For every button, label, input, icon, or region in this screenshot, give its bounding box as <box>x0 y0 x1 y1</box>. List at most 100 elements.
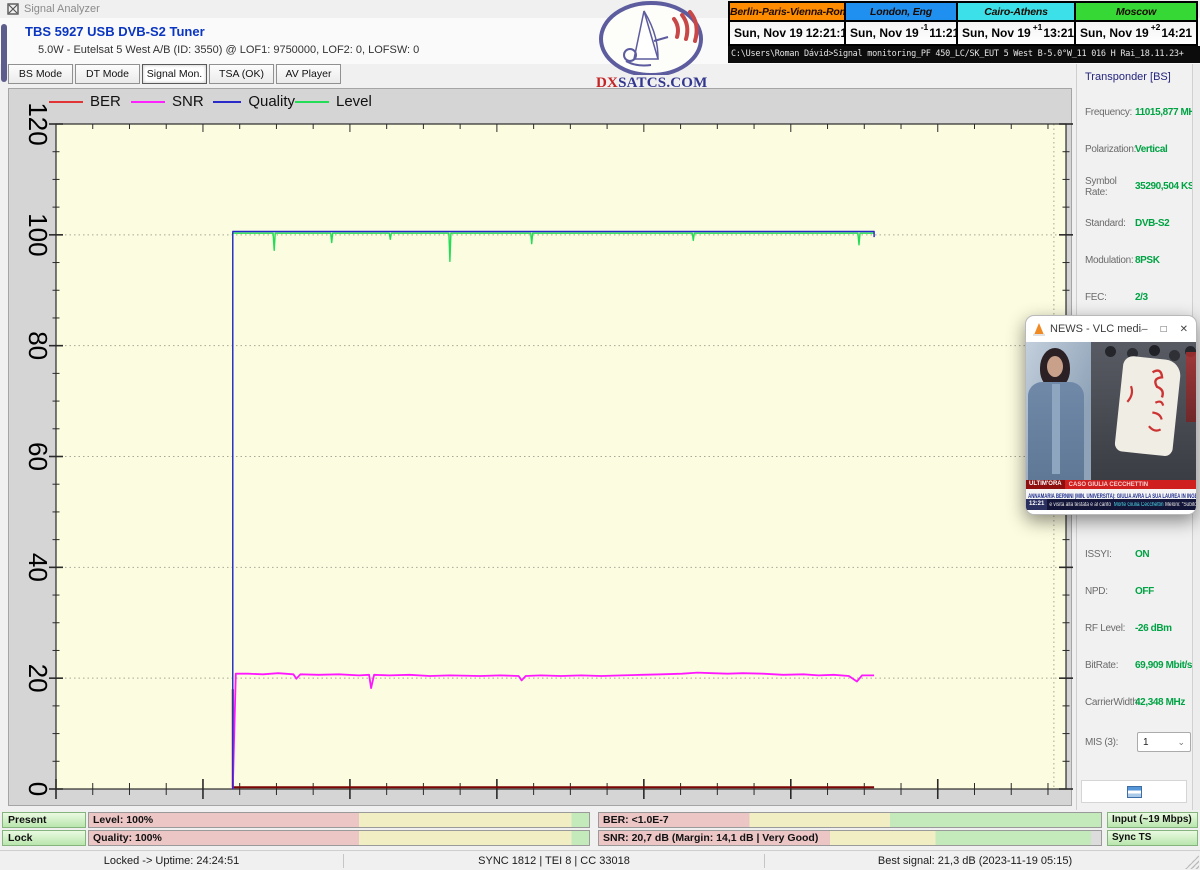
anchor-face <box>1047 356 1063 377</box>
close-icon[interactable]: ✕ <box>1180 324 1188 335</box>
clock-date: Sun, Nov 19 <box>1080 26 1149 40</box>
vlc-titlebar[interactable]: NEWS - VLC media... – □ ✕ <box>1026 316 1196 342</box>
status-sync: SYNC 1812 | TEI 8 | CC 33018 <box>344 851 764 870</box>
vlc-video-area[interactable] <box>1026 342 1196 480</box>
clock-time: 13:21 <box>1043 26 1074 40</box>
device-title: TBS 5927 USB DVB-S2 Tuner <box>25 24 205 39</box>
svg-text:0: 0 <box>23 782 53 796</box>
legend-item-level: Level <box>295 93 377 110</box>
field-npd: NPD:OFF <box>1077 573 1193 610</box>
tab-signal-mon[interactable]: Signal Mon. <box>142 64 207 84</box>
minimize-icon[interactable]: – <box>1142 324 1148 335</box>
clock-date: Sun, Nov 19 <box>734 26 803 40</box>
field-bitrate: BitRate:69,909 Mbit/s <box>1077 647 1193 684</box>
clock-city: Cairo-Athens <box>958 3 1074 22</box>
dxsatcs-logo: DXSATCS.COM <box>596 1 706 97</box>
scrollbar-thumb[interactable] <box>1 24 7 82</box>
resize-grip[interactable] <box>1185 855 1199 869</box>
headline-band: ANNAMARIA BERNINI (MIN. UNIVERSITÀ): GIU… <box>1026 489 1196 499</box>
transponder-fields: Frequency:11015,877 MHz Polarization:Ver… <box>1077 94 1193 316</box>
clock-date: Sun, Nov 19 <box>850 26 919 40</box>
status-uptime: Locked -> Uptime: 24:24:51 <box>0 851 343 870</box>
status-best-signal: Best signal: 21,3 dB (2023-11-19 05:15) <box>765 851 1185 870</box>
clock-city: London, Eng <box>846 3 956 22</box>
ultimora-tag: ULTIM'ORA <box>1026 480 1065 489</box>
clock-berlin: Berlin-Paris-Vienna-Roma Sun, Nov 1912:2… <box>728 1 846 46</box>
svg-text:100: 100 <box>23 213 53 256</box>
white-shirt <box>1114 355 1182 457</box>
field-modulation: Modulation:8PSK <box>1077 242 1193 279</box>
mode-tabbar: BS Mode DT Mode Signal Mon. TSA (OK) AV … <box>8 64 341 85</box>
dxsatcs-wordmark: DXSATCS.COM <box>596 75 706 92</box>
tab-dt-mode[interactable]: DT Mode <box>75 64 140 84</box>
signal-monitor-chart-panel: 120100806040200 BER SNR Quality Level <box>8 88 1072 806</box>
svg-text:20: 20 <box>23 664 53 693</box>
field-rf-level: RF Level:-26 dBm <box>1077 610 1193 647</box>
svg-text:60: 60 <box>23 442 53 471</box>
anchor-denim-jacket <box>1028 382 1084 480</box>
news-anchor-scene <box>1026 342 1091 480</box>
svg-text:40: 40 <box>23 553 53 582</box>
crowd-heads <box>1105 346 1116 357</box>
headline-text: ANNAMARIA BERNINI (MIN. UNIVERSITÀ): GIU… <box>1026 492 1196 499</box>
legend-item-quality: Quality <box>213 93 295 110</box>
field-frequency: Frequency:11015,877 MHz <box>1077 94 1193 131</box>
svg-text:80: 80 <box>23 331 53 360</box>
clock-city: Berlin-Paris-Vienna-Roma <box>730 3 844 22</box>
field-symbol-rate: Symbol Rate:35290,504 KS/s <box>1077 168 1193 205</box>
lock-flag: Lock <box>2 830 86 846</box>
window-title: Signal Analyzer <box>24 3 100 15</box>
tab-tsa[interactable]: TSA (OK) <box>209 64 274 84</box>
snr-progressbar: SNR: 20,7 dB (Margin: 14,1 dB | Very Goo… <box>598 830 1102 846</box>
vlc-window[interactable]: NEWS - VLC media... – □ ✕ <box>1025 315 1197 515</box>
signal-analyzer-window: Signal Analyzer TBS 5927 USB DVB-S2 Tune… <box>0 0 1200 870</box>
chart-legend: BER SNR Quality Level <box>49 93 377 110</box>
vlc-title: NEWS - VLC media... <box>1050 323 1142 335</box>
level-line-swatch <box>295 101 329 103</box>
quality-progressbar: Quality: 100% <box>88 830 590 846</box>
mis-selected-value: 1 <box>1143 737 1149 748</box>
ts-button-icon <box>1127 786 1142 798</box>
world-clocks: Berlin-Paris-Vienna-Roma Sun, Nov 1912:2… <box>728 1 1198 46</box>
tab-bs-mode[interactable]: BS Mode <box>8 64 73 84</box>
sidebar-title: Transponder [BS] <box>1077 64 1192 83</box>
vlc-cone-icon <box>1034 323 1044 335</box>
red-flag <box>1186 352 1196 422</box>
stream-fields: ISSYI:ON NPD:OFF RF Level:-26 dBm BitRat… <box>1077 536 1193 721</box>
ts-save-button[interactable] <box>1081 780 1187 803</box>
field-polarization: Polarization:Vertical <box>1077 131 1193 168</box>
breaking-news-band: ULTIM'ORA CASO GIULIA CECCHETTIN <box>1026 480 1196 489</box>
field-standard: Standard:DVB-S2 <box>1077 205 1193 242</box>
clock-cairo: Cairo-Athens Sun, Nov 19+113:21 <box>958 1 1076 46</box>
clock-date: Sun, Nov 19 <box>962 26 1031 40</box>
clock-time: 14:21 <box>1161 26 1192 40</box>
news-ticker: 12:21 e visita alla testata e al canto M… <box>1026 499 1196 510</box>
level-progressbar: Level: 100% <box>88 812 590 828</box>
mis-dropdown[interactable]: 1 ⌄ <box>1137 732 1191 752</box>
clock-moscow: Moscow Sun, Nov 19+214:21 <box>1076 1 1198 46</box>
clock-offset: +1 <box>1033 22 1043 32</box>
legend-item-ber: BER <box>49 93 131 110</box>
field-carrierwidth: CarrierWidth:42,348 MHz <box>1077 684 1193 721</box>
mis-row: MIS (3): 1 ⌄ <box>1077 729 1193 755</box>
ber-progressbar: BER: <1.0E-7 <box>598 812 1102 828</box>
statusbar: Locked -> Uptime: 24:24:51 SYNC 1812 | T… <box>0 850 1200 870</box>
signal-row-2: Lock Quality: 100% SNR: 20,7 dB (Margin:… <box>0 830 1200 846</box>
tab-av-player[interactable]: AV Player <box>276 64 341 84</box>
ber-line-swatch <box>49 101 83 103</box>
command-prompt-line: C:\Users\Roman Dávid>Signal monitoring_P… <box>728 46 1200 63</box>
present-flag: Present <box>2 812 86 828</box>
mis-label: MIS (3): <box>1085 737 1135 748</box>
tuning-info: 5.0W - Eutelsat 5 West A/B (ID: 3550) @ … <box>38 44 419 56</box>
sync-ts-box: Sync TS <box>1107 830 1198 846</box>
maximize-icon[interactable]: □ <box>1161 324 1167 335</box>
crowd-scene <box>1091 342 1196 480</box>
ticker-time: 12:21 <box>1026 499 1047 510</box>
clock-city: Moscow <box>1076 3 1196 22</box>
legend-item-snr: SNR <box>131 93 213 110</box>
chevron-down-icon: ⌄ <box>1177 737 1185 748</box>
input-rate-box: Input (~19 Mbps) <box>1107 812 1198 828</box>
quality-line-swatch <box>213 101 241 103</box>
satellite-dish-icon <box>596 1 706 75</box>
app-icon <box>7 3 19 15</box>
